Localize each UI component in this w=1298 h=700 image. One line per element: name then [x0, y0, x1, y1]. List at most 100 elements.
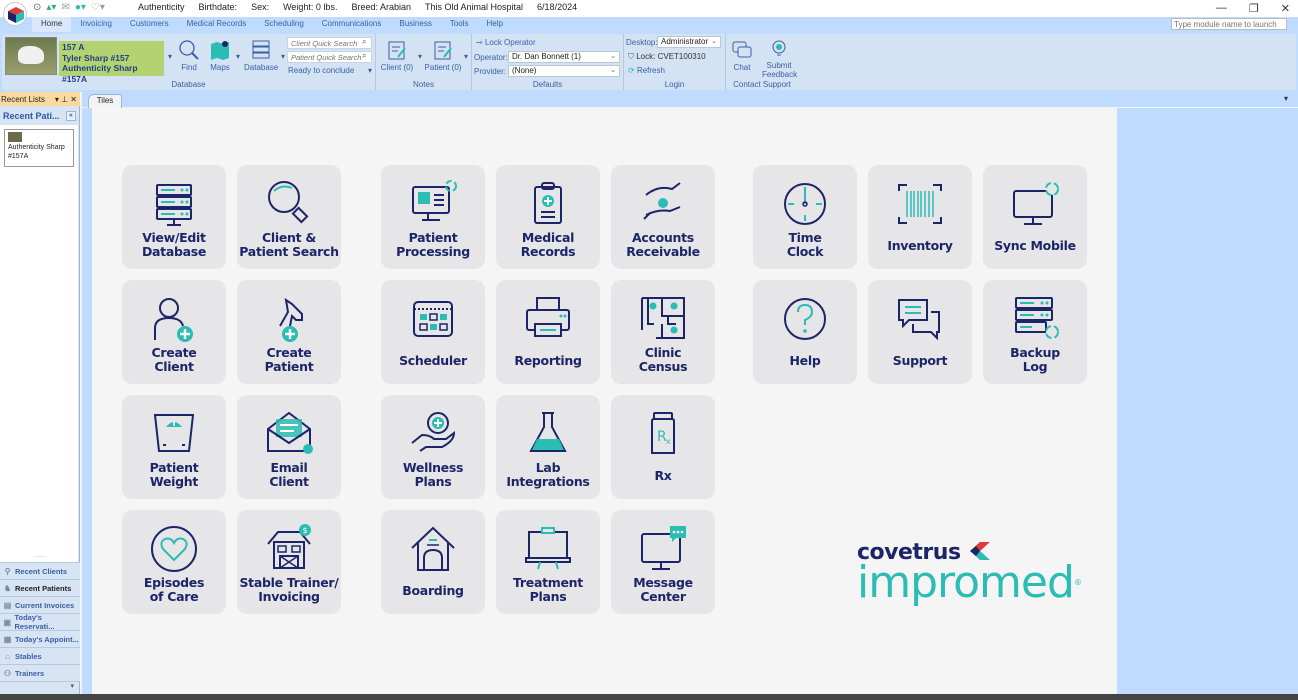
lock-id: Lock: CVET100310: [636, 52, 706, 61]
tile-reporting[interactable]: Reporting: [496, 280, 600, 384]
sidebar-item-todays-reservations[interactable]: ▣ Today's Reservati...: [0, 613, 80, 631]
login-group-label: Login: [664, 80, 685, 89]
menu-invoicing[interactable]: Invoicing: [71, 17, 121, 32]
tile-label-line1: Clinic: [644, 345, 682, 360]
menu-medical-records[interactable]: Medical Records: [178, 17, 256, 32]
tab-list-dropdown[interactable]: ▾: [1284, 94, 1288, 103]
desktop-value: Administrator: [661, 37, 709, 46]
patient-photo[interactable]: [5, 37, 57, 75]
current-patient-box[interactable]: 157 A Tyler Sharp #157 Authenticity Shar…: [59, 41, 164, 84]
provider-select[interactable]: (None) ⌄: [508, 65, 620, 77]
tile-time-clock[interactable]: Time Clock: [753, 165, 857, 269]
menu-help[interactable]: Help: [478, 17, 512, 32]
tile-create-client[interactable]: Create Client: [122, 280, 226, 384]
app-logo[interactable]: [3, 2, 27, 26]
tile-label-line1: Reporting: [514, 353, 582, 368]
tile-medical-records[interactable]: Medical Records: [496, 165, 600, 269]
sidebar-item-recent-patients[interactable]: ♞ Recent Patients: [0, 579, 80, 596]
tile-label-line1: Email: [270, 460, 308, 475]
tile-message-center[interactable]: Message Center: [611, 510, 715, 614]
patient-dropdown-arrow[interactable]: ▾: [168, 52, 172, 61]
tile-label: Create Client: [122, 346, 226, 374]
right-empty-pane: [1117, 108, 1298, 694]
status-dropdown-arrow[interactable]: ▾: [368, 66, 372, 75]
clock-icon[interactable]: ⊙: [33, 2, 41, 14]
tile-episodes-of-care[interactable]: Episodes of Care: [122, 510, 226, 614]
sidebar-item-current-invoices[interactable]: ▤ Current Invoices: [0, 596, 80, 613]
tile-help[interactable]: Help: [753, 280, 857, 384]
menu-scheduling[interactable]: Scheduling: [255, 17, 313, 32]
find-button[interactable]: Find: [176, 39, 202, 72]
tile-stable-trainer-invoicing[interactable]: $ Stable Trainer/Invoicing: [237, 510, 341, 614]
patient-notes-dropdown[interactable]: ▾: [464, 52, 468, 61]
tile-client-patient-search[interactable]: Client & Patient Search: [237, 165, 341, 269]
tile-email-client[interactable]: Email Client: [237, 395, 341, 499]
trainer-icon: ⚇: [3, 668, 12, 678]
tile-backup-log[interactable]: Backup Log: [983, 280, 1087, 384]
desktop-select[interactable]: Administrator ⌄: [657, 36, 721, 48]
splitter-handle[interactable]: ·····: [0, 554, 80, 562]
maps-dropdown-arrow[interactable]: ▾: [236, 52, 240, 61]
refresh-button[interactable]: ⟳ Refresh: [628, 66, 665, 75]
heart-icon[interactable]: ♡▾: [91, 2, 105, 14]
client-search-icon[interactable]: ⌕: [362, 37, 366, 47]
tile-label: Client & Patient Search: [237, 231, 341, 259]
maps-button[interactable]: Maps: [207, 39, 233, 72]
tile-scheduler[interactable]: Scheduler: [381, 280, 485, 384]
tile-label-line2: Plans: [414, 474, 452, 489]
submit-feedback-button[interactable]: Submit Feedback: [762, 39, 797, 79]
tile-label-line2: Client: [154, 359, 194, 374]
operator-select[interactable]: Dr. Dan Bonnett (1) ⌄: [508, 51, 620, 63]
collapse-button[interactable]: «: [66, 111, 76, 121]
defaults-group-label: Defaults: [532, 80, 563, 89]
menu-tools[interactable]: Tools: [441, 17, 478, 32]
bolt-icon[interactable]: ▴▾: [46, 2, 56, 14]
recent-patient-name: Authenticity Sharp: [8, 144, 65, 151]
recent-patient-card[interactable]: Authenticity Sharp #157A: [4, 129, 74, 167]
chat-button[interactable]: Chat: [730, 39, 754, 72]
sidebar-item-stables[interactable]: ⌂ Stables: [0, 647, 80, 664]
patient-notes-button[interactable]: Patient (0): [424, 39, 462, 72]
database-dropdown-arrow[interactable]: ▾: [281, 52, 285, 61]
lock-operator-button[interactable]: ⊸ Lock Operator: [476, 38, 536, 47]
menu-communications[interactable]: Communications: [313, 17, 391, 32]
patient-search-icon[interactable]: ⌕: [362, 51, 366, 61]
tile-view-edit-database[interactable]: View/Edit Database: [122, 165, 226, 269]
money-hands-icon: [643, 182, 681, 220]
sidebar-item-trainers[interactable]: ⚇ Trainers: [0, 664, 80, 681]
tile-lab-integrations[interactable]: Lab Integrations: [496, 395, 600, 499]
patient-quick-search-input[interactable]: [287, 51, 372, 63]
tile-wellness-plans[interactable]: Wellness Plans: [381, 395, 485, 499]
tile-inventory[interactable]: Inventory: [868, 165, 972, 269]
tile-accounts-receivable[interactable]: Accounts Receivable: [611, 165, 715, 269]
tile-boarding[interactable]: Boarding: [381, 510, 485, 614]
client-notes-dropdown[interactable]: ▾: [418, 52, 422, 61]
chat-icon[interactable]: ●▾: [75, 2, 86, 14]
database-button[interactable]: Database: [244, 39, 278, 72]
client-notes-button[interactable]: Client (0): [380, 39, 414, 72]
tile-label: Medical Records: [496, 231, 600, 259]
menu-home[interactable]: Home: [32, 17, 72, 32]
menu-customers[interactable]: Customers: [121, 17, 178, 32]
tile-rx[interactable]: Rx Rx: [611, 395, 715, 499]
email-icon[interactable]: ✉: [61, 2, 69, 14]
tile-clinic-census[interactable]: Clinic Census: [611, 280, 715, 384]
minimize-button[interactable]: —: [1216, 2, 1227, 15]
sidebar-item-recent-clients[interactable]: ⚲ Recent Clients: [0, 562, 80, 579]
tab-tiles[interactable]: Tiles: [88, 94, 122, 108]
client-quick-search-input[interactable]: [287, 37, 372, 49]
panel-controls[interactable]: ▾ ⊥ ✕: [55, 95, 77, 104]
module-launch-input[interactable]: [1171, 18, 1287, 30]
close-button[interactable]: ✕: [1281, 2, 1290, 15]
tile-label: Email Client: [237, 461, 341, 489]
tile-support[interactable]: Support: [868, 280, 972, 384]
tile-patient-weight[interactable]: Patient Weight: [122, 395, 226, 499]
menu-business[interactable]: Business: [390, 17, 440, 32]
tile-treatment-plans[interactable]: Treatment Plans: [496, 510, 600, 614]
restore-button[interactable]: ❐: [1249, 2, 1259, 15]
tile-create-patient[interactable]: Create Patient: [237, 280, 341, 384]
weight: Weight: 0 lbs.: [283, 2, 338, 12]
sidebar-item-todays-appointments[interactable]: ▦ Today's Appoint...: [0, 630, 80, 647]
tile-sync-mobile[interactable]: Sync Mobile: [983, 165, 1087, 269]
tile-patient-processing[interactable]: Patient Processing: [381, 165, 485, 269]
